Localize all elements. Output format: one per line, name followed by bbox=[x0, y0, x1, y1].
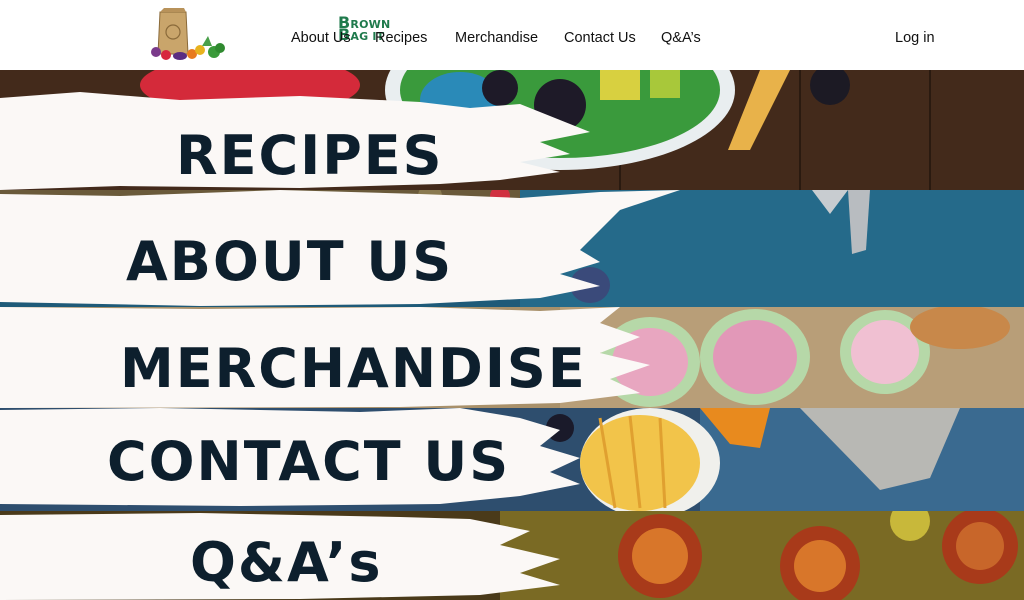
merchandise-banner-label: MERCHANDISE bbox=[120, 337, 587, 400]
login-link[interactable]: Log in bbox=[895, 30, 935, 46]
about-us-banner[interactable]: ABOUT US bbox=[0, 190, 1024, 307]
brush-stroke bbox=[0, 92, 590, 190]
about-us-banner-label: ABOUT US bbox=[126, 230, 454, 293]
qa-banner[interactable]: Q&A’s bbox=[0, 511, 1024, 600]
contact-us-banner[interactable]: CONTACT US bbox=[0, 408, 1024, 511]
nav-contact-us[interactable]: Contact Us bbox=[564, 30, 636, 46]
qa-banner-label: Q&A’s bbox=[190, 531, 383, 594]
site-header: BROWN BAG IT About Us Recipes Merchandis… bbox=[0, 0, 1024, 70]
nav-recipes[interactable]: Recipes bbox=[375, 30, 427, 46]
paper-bag-with-vegetables-icon bbox=[151, 8, 225, 60]
recipes-banner[interactable]: RECIPES bbox=[0, 70, 1024, 190]
contact-us-banner-label: CONTACT US bbox=[107, 430, 511, 493]
nav-qa[interactable]: Q&A’s bbox=[661, 30, 701, 46]
brush-stroke bbox=[0, 513, 560, 600]
merchandise-banner[interactable]: MERCHANDISE bbox=[0, 307, 1024, 408]
nav-merchandise[interactable]: Merchandise bbox=[455, 30, 538, 46]
recipes-banner-label: RECIPES bbox=[176, 124, 444, 187]
nav-about-us[interactable]: About Us bbox=[291, 30, 351, 46]
brand-logo[interactable]: BROWN BAG IT bbox=[148, 6, 390, 64]
